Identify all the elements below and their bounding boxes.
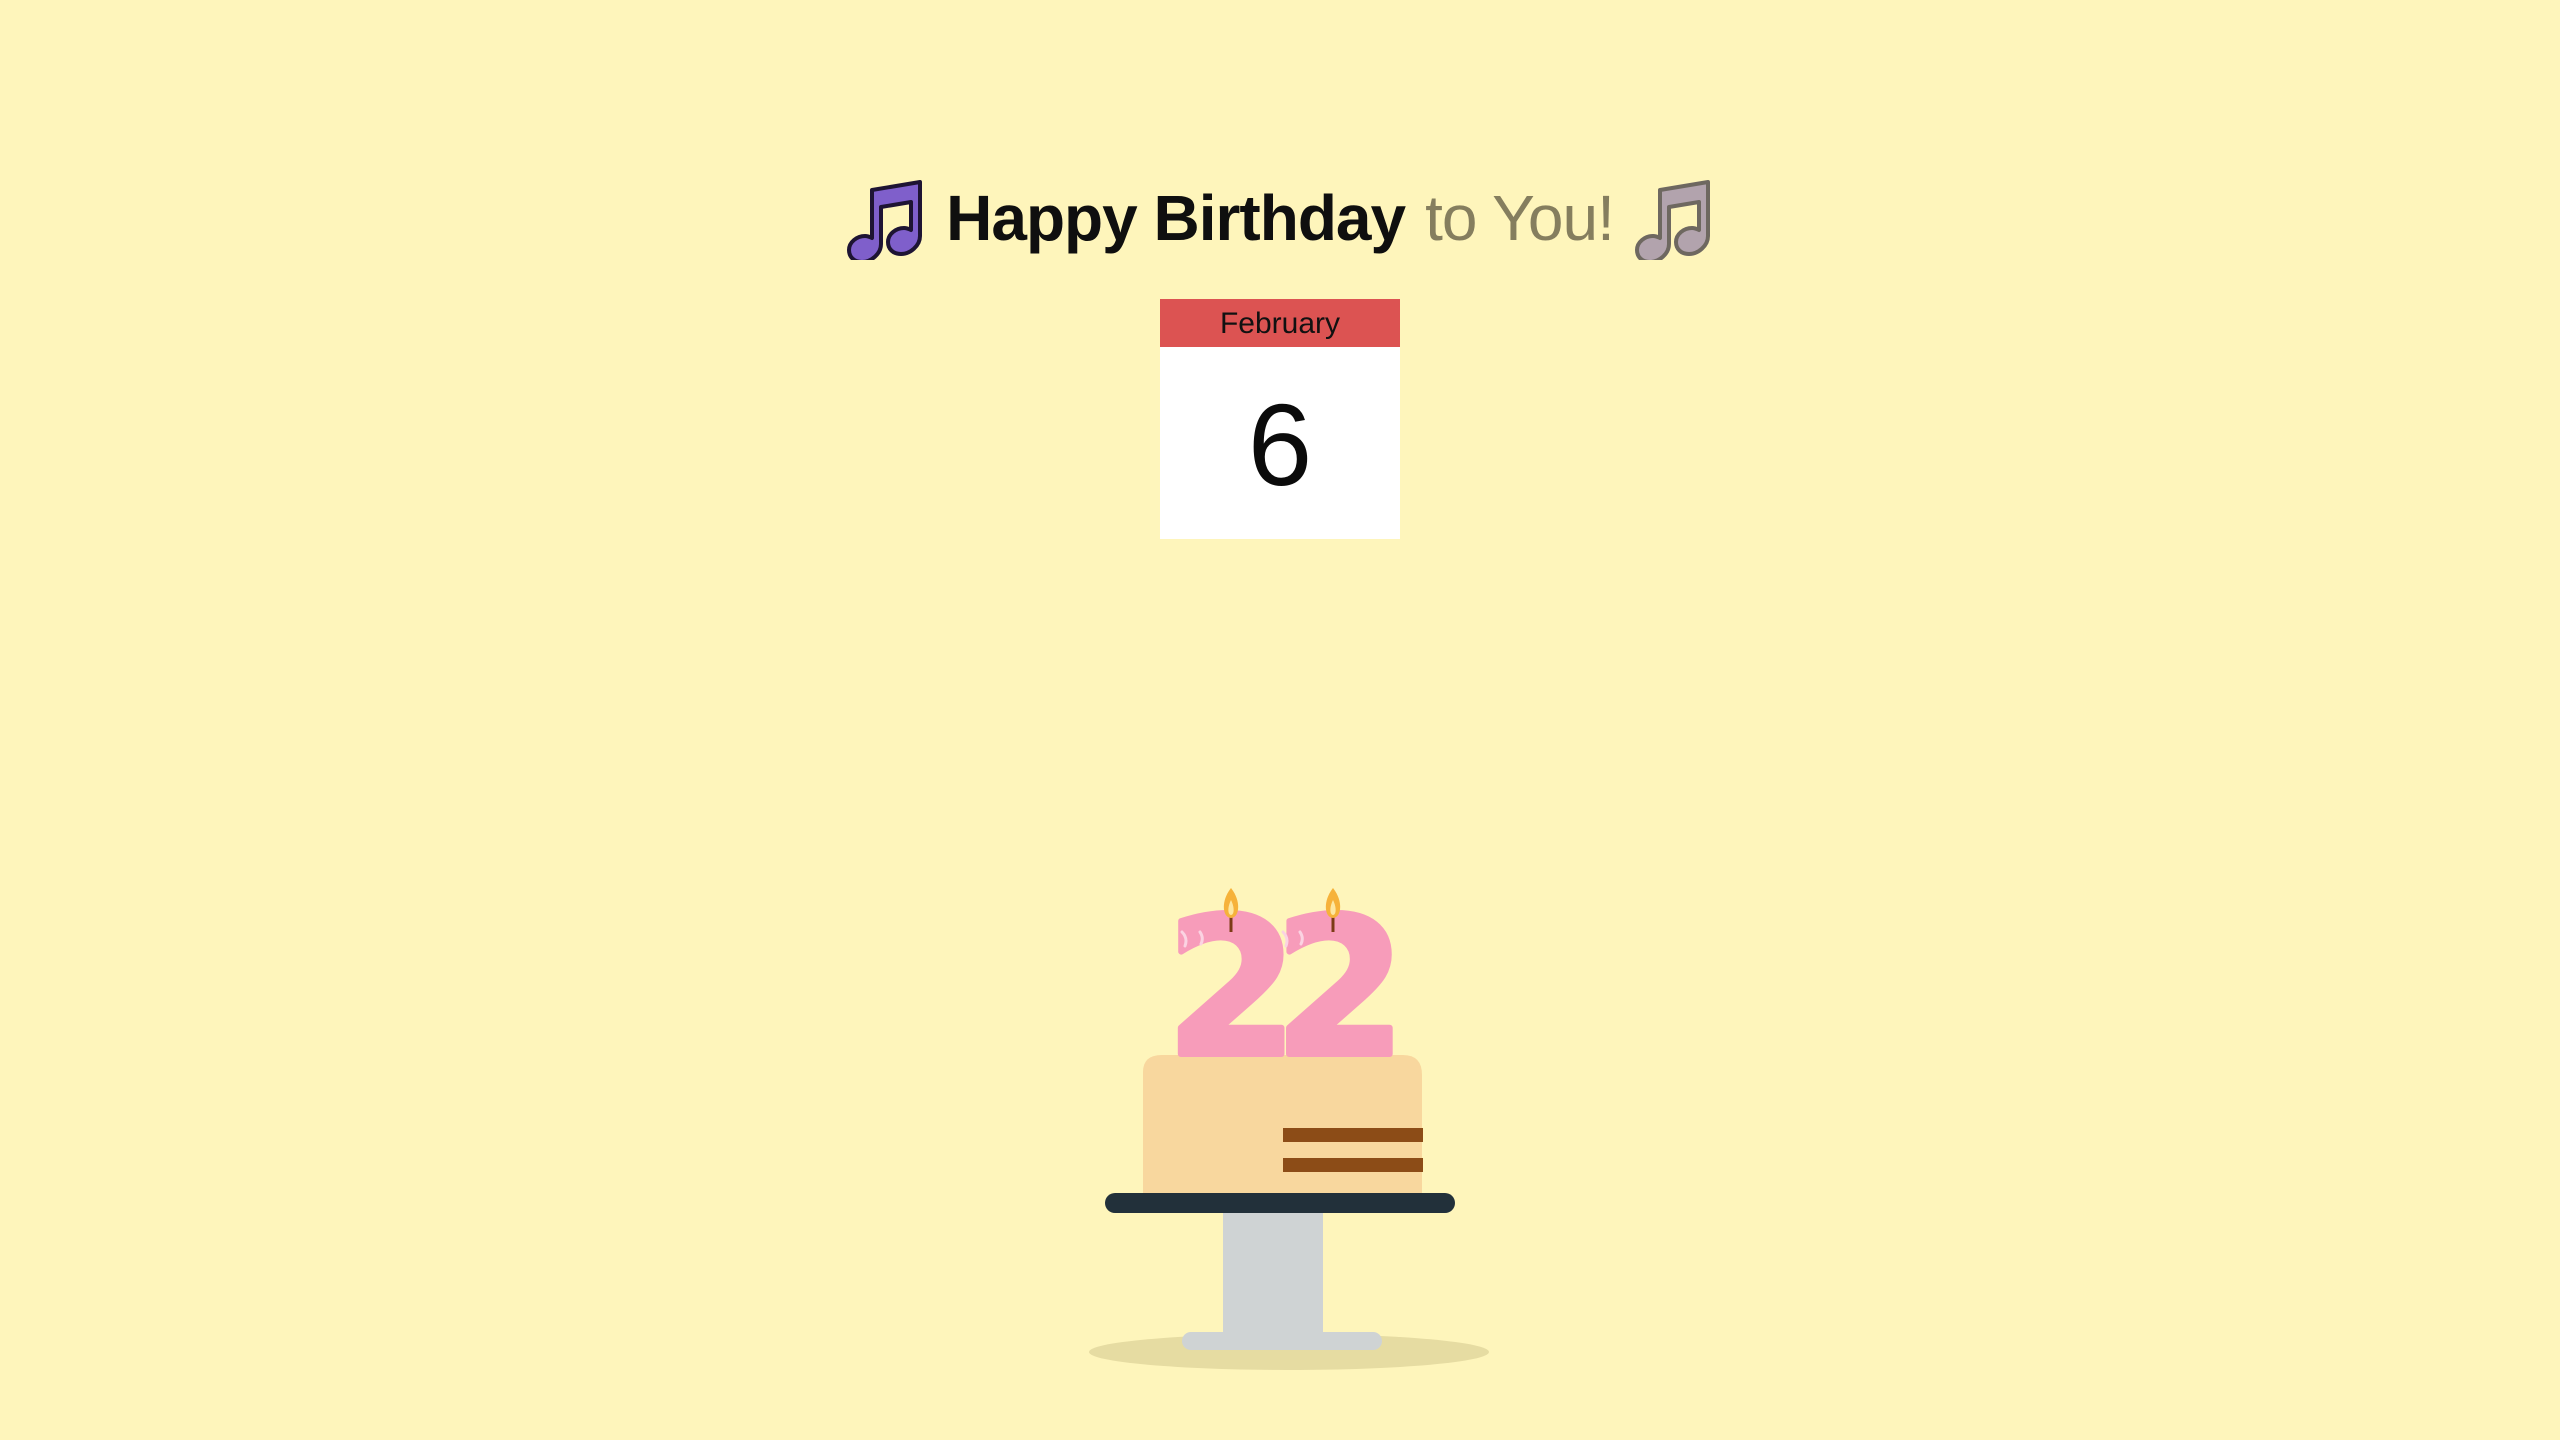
calendar-day: 6 — [1247, 380, 1313, 510]
greeting-strong: Happy Birthday — [946, 182, 1406, 254]
cake-stand-pillar — [1223, 1210, 1323, 1340]
calendar-card: February 6 — [1160, 299, 1400, 539]
birthday-page: Happy Birthday to You! February 6 22 — [0, 0, 2560, 1440]
greeting-soft: to You! — [1425, 182, 1615, 254]
music-note-icon — [847, 180, 923, 260]
cake-stripe-top — [1283, 1128, 1423, 1142]
cake-plate — [1105, 1193, 1455, 1213]
birthday-heading: Happy Birthday to You! — [0, 176, 2560, 260]
cake-stripe-bottom — [1283, 1158, 1423, 1172]
music-note-icon — [1634, 180, 1710, 260]
age-candles: 22 — [1166, 880, 1390, 1099]
birthday-cake-illustration: 22 — [1089, 880, 1489, 1370]
calendar-month: February — [1160, 299, 1400, 347]
